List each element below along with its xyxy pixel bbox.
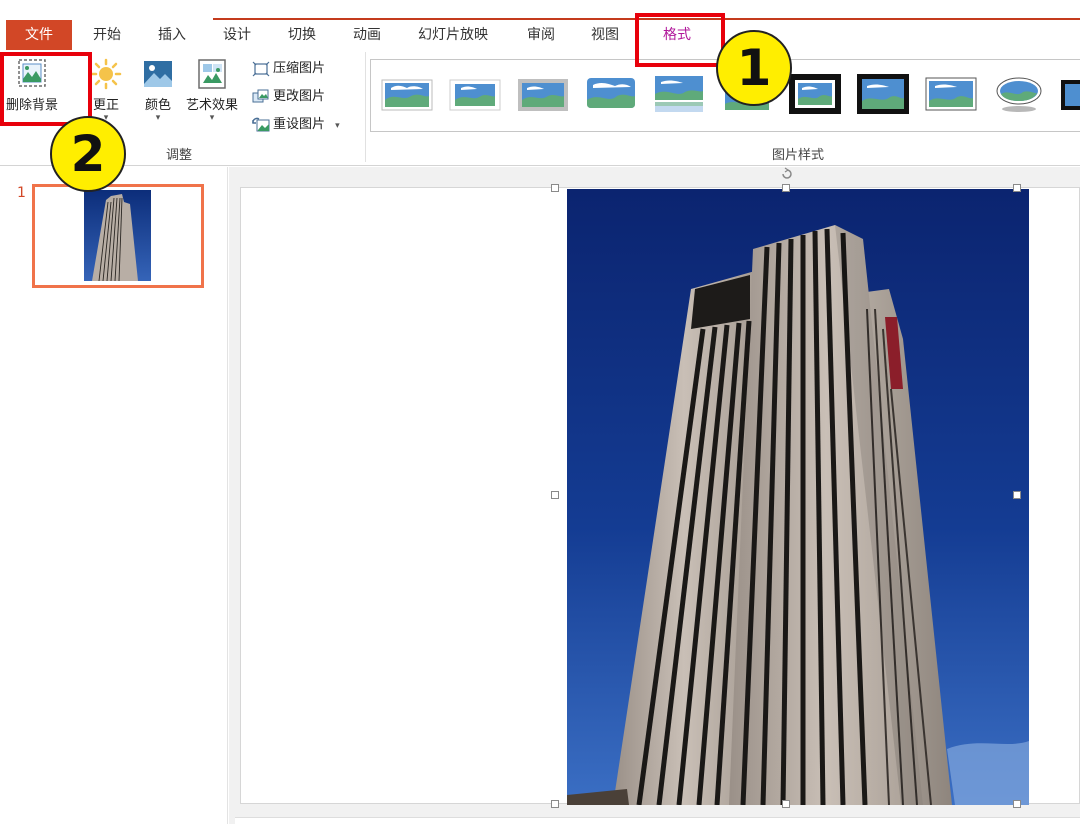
- color-button[interactable]: 颜色 ▾: [142, 58, 174, 123]
- slide-thumbnail-panel: 1: [0, 167, 228, 824]
- tab-view[interactable]: 视图: [591, 26, 619, 44]
- picture-style-soft-edge[interactable]: [449, 74, 501, 114]
- compress-pictures-button[interactable]: 压缩图片: [252, 58, 325, 80]
- dropdown-arrow-icon: ▾: [209, 113, 215, 123]
- reset-picture-button[interactable]: 重设图片 ▾: [252, 114, 340, 136]
- resize-handle-right[interactable]: [1013, 491, 1021, 499]
- artistic-effects-icon: [198, 59, 226, 89]
- rotate-handle-icon[interactable]: [780, 167, 794, 181]
- picture-style-oval[interactable]: [993, 74, 1045, 114]
- ribbon-panel: 删除背景 更正 ▾ 颜色 ▾ 艺术效果 ▾ 压缩图片 更改图片 重设图片 ▾ 调…: [0, 52, 1080, 166]
- resize-handle-left[interactable]: [551, 491, 559, 499]
- callout-badge-2: 2: [50, 116, 126, 192]
- resize-handle-top-left[interactable]: [551, 184, 559, 192]
- compress-pictures-icon: [252, 61, 270, 76]
- compress-pictures-label: 压缩图片: [273, 61, 326, 76]
- picture-style-partial[interactable]: [1061, 74, 1080, 114]
- change-picture-button[interactable]: 更改图片: [252, 86, 325, 108]
- artistic-effects-label: 艺术效果: [186, 98, 239, 113]
- resize-handle-top[interactable]: [782, 184, 790, 192]
- adjust-group-label: 调整: [166, 148, 193, 163]
- callout-badge-1: 1: [716, 30, 792, 106]
- slide-number: 1: [17, 185, 26, 201]
- slide-thumbnail[interactable]: [32, 184, 204, 288]
- tab-home[interactable]: 开始: [93, 26, 121, 44]
- reset-picture-label: 重设图片: [273, 117, 326, 132]
- slide-thumbnail-image: [84, 190, 151, 281]
- resize-handle-bottom-left[interactable]: [551, 800, 559, 808]
- group-separator: [365, 52, 366, 162]
- tab-review[interactable]: 审阅: [527, 26, 555, 44]
- corrections-button[interactable]: 更正 ▾: [90, 58, 122, 123]
- change-picture-icon: [252, 89, 269, 102]
- tab-transitions[interactable]: 切换: [288, 26, 316, 44]
- slide-canvas[interactable]: [240, 187, 1080, 805]
- selected-building-picture[interactable]: [567, 189, 1029, 805]
- resize-handle-top-right[interactable]: [1013, 184, 1021, 192]
- picture-styles-group-label: 图片样式: [772, 148, 825, 163]
- picture-style-thin-frame[interactable]: [925, 74, 977, 114]
- picture-style-simple-frame[interactable]: [381, 74, 433, 114]
- corrections-icon: [90, 58, 122, 90]
- horizontal-scrollbar[interactable]: [235, 817, 1080, 824]
- tab-file[interactable]: 文件: [6, 20, 72, 50]
- picture-style-black-frame[interactable]: [857, 74, 909, 114]
- picture-style-gray-frame[interactable]: [517, 74, 569, 114]
- dropdown-arrow-icon[interactable]: ▾: [335, 121, 340, 131]
- color-icon: [144, 61, 172, 87]
- tab-slideshow[interactable]: 幻灯片放映: [418, 26, 488, 44]
- artistic-effects-button[interactable]: 艺术效果 ▾: [186, 58, 238, 123]
- tab-animations[interactable]: 动画: [353, 26, 381, 44]
- reset-picture-icon: [252, 117, 270, 131]
- dropdown-arrow-icon: ▾: [155, 113, 161, 123]
- color-label: 颜色: [144, 98, 171, 113]
- corrections-label: 更正: [92, 98, 119, 113]
- callout-highlight-remove-background: [0, 52, 92, 126]
- resize-handle-bottom-right[interactable]: [1013, 800, 1021, 808]
- callout-highlight-format-tab: [635, 13, 725, 67]
- picture-style-thick-black-frame[interactable]: [789, 74, 841, 114]
- slide-editing-area: [229, 167, 1080, 824]
- change-picture-label: 更改图片: [273, 89, 326, 104]
- picture-style-reflected[interactable]: [653, 74, 705, 114]
- picture-style-rounded[interactable]: [585, 74, 637, 114]
- resize-handle-bottom[interactable]: [782, 800, 790, 808]
- ribbon-tab-bar: 文件 开始 插入 设计 切换 动画 幻灯片放映 审阅 视图 格式: [0, 0, 1080, 52]
- tab-design[interactable]: 设计: [223, 26, 251, 44]
- tab-insert[interactable]: 插入: [158, 26, 186, 44]
